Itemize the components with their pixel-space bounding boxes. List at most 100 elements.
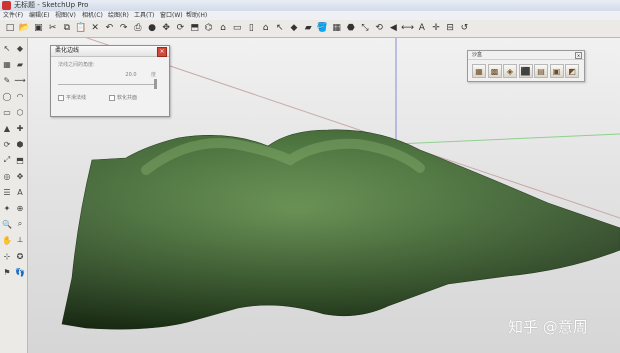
add-detail-icon[interactable]: ▣ — [549, 64, 564, 78]
left-tool-27-icon[interactable]: ⊹ — [1, 250, 13, 262]
menu-window[interactable]: 窗口(W) — [160, 11, 183, 20]
left-tool-9-icon[interactable]: ▭ — [1, 106, 13, 118]
offset-icon[interactable]: ⌬ — [203, 22, 215, 34]
left-tool-21-icon[interactable]: ✦ — [1, 202, 13, 214]
erase-icon[interactable]: ✕ — [89, 22, 101, 34]
left-tool-18-icon[interactable]: ✥ — [14, 170, 26, 182]
angle-label: 法线之间的角度: — [58, 62, 95, 68]
left-tool-8-icon[interactable]: ◠ — [14, 90, 26, 102]
left-tool-19-icon[interactable]: ☰ — [1, 186, 13, 198]
angle-unit: 度 — [151, 72, 157, 78]
left-toolbar: ↖ ◆ ▦ ▰ ✎ ⟿ ◯ ◠ ▭ ⬡ ▲ ✚ ⟳ ⬢ ⤢ ⬒ ◎ ✥ ☰ A ✦ ⊕ 🔍 ⌕ ✋ ⟂ ⊹ ✪ ⚑ 👣 — [0, 38, 28, 353]
sandbox-close-button[interactable]: × — [575, 52, 582, 59]
section-icon[interactable]: ⊟ — [444, 22, 456, 34]
soften-edges-dialog: 柔化边线 × 法线之间的角度: 20.0 度 平滑法线 软化共面 — [50, 45, 170, 117]
erase-tool-icon[interactable]: ▰ — [302, 22, 314, 34]
paint-bucket-icon[interactable]: 🪣 — [316, 22, 328, 34]
smooth-normals-option[interactable]: 平滑法线 — [58, 94, 86, 101]
redo-icon[interactable]: ↷ — [118, 22, 130, 34]
left-tool-28-icon[interactable]: ✪ — [14, 250, 26, 262]
flip-edge-icon[interactable]: ◩ — [565, 64, 579, 78]
left-tool-5-icon[interactable]: ✎ — [1, 74, 13, 86]
save-icon[interactable]: ▣ — [32, 22, 44, 34]
left-tool-4-icon[interactable]: ▰ — [14, 58, 26, 70]
menu-tools[interactable]: 工具(T) — [134, 11, 154, 20]
green-axis — [395, 133, 620, 145]
text-icon[interactable]: A — [416, 22, 428, 34]
left-tool-6-icon[interactable]: ⟿ — [14, 74, 26, 86]
top-view-icon[interactable]: ▭ — [231, 22, 243, 34]
tape-icon[interactable]: ◀ — [387, 22, 399, 34]
sandbox-from-scratch-icon[interactable]: ▩ — [487, 64, 502, 78]
follow-me-icon[interactable]: ⬣ — [345, 22, 357, 34]
rotate-tool-icon[interactable]: ⟲ — [373, 22, 385, 34]
paste-icon[interactable]: 📋 — [75, 22, 87, 34]
soften-coplanar-option[interactable]: 软化共面 — [109, 94, 137, 101]
left-tool-30-icon[interactable]: 👣 — [14, 266, 26, 278]
left-tool-16-icon[interactable]: ⬒ — [14, 154, 26, 166]
house-icon[interactable]: ⌂ — [260, 22, 272, 34]
menu-camera[interactable]: 相机(C) — [82, 11, 103, 20]
stamp-icon[interactable]: ⬛ — [518, 64, 533, 78]
rotate-icon[interactable]: ⟳ — [174, 22, 186, 34]
axes-icon[interactable]: ✛ — [430, 22, 442, 34]
material-icon[interactable]: ◆ — [288, 22, 300, 34]
left-tool-22-icon[interactable]: ⊕ — [14, 202, 26, 214]
angle-slider-track[interactable] — [58, 84, 156, 85]
sandbox-toolbar: 沙盒 × ▦ ▩ ◈ ⬛ ▤ ▣ ◩ — [467, 50, 585, 82]
smooth-normals-label: 平滑法线 — [66, 95, 87, 101]
left-tool-3-icon[interactable]: ▦ — [1, 58, 13, 70]
dialog-close-button[interactable]: × — [157, 47, 167, 57]
iso-view-icon[interactable]: ⌂ — [217, 22, 229, 34]
new-file-icon[interactable]: □ — [4, 22, 16, 34]
terrain-shading — [62, 129, 620, 330]
model-info-icon[interactable]: ● — [146, 22, 158, 34]
front-view-icon[interactable]: ▯ — [245, 22, 257, 34]
left-tool-23-icon[interactable]: 🔍 — [1, 218, 13, 230]
angle-value[interactable]: 20.0 — [113, 71, 149, 79]
left-tool-24-icon[interactable]: ⌕ — [14, 218, 26, 230]
left-tool-1-icon[interactable]: ↖ — [1, 42, 13, 54]
left-tool-7-icon[interactable]: ◯ — [1, 90, 13, 102]
select-arrow-icon[interactable]: ↖ — [274, 22, 286, 34]
sketchup-app-icon — [2, 1, 11, 10]
left-tool-17-icon[interactable]: ◎ — [1, 170, 13, 182]
sandbox-from-contours-icon[interactable]: ▦ — [472, 64, 486, 78]
left-tool-11-icon[interactable]: ▲ — [1, 122, 13, 134]
smooth-normals-checkbox[interactable] — [58, 94, 64, 101]
print-icon[interactable]: ⎙ — [132, 22, 144, 34]
left-tool-13-icon[interactable]: ⟳ — [1, 138, 13, 150]
open-folder-icon[interactable]: 📂 — [18, 22, 30, 34]
left-tool-10-icon[interactable]: ⬡ — [14, 106, 26, 118]
left-tool-15-icon[interactable]: ⤢ — [1, 154, 13, 166]
dialog-title: 柔化边线 — [51, 46, 169, 57]
menu-help[interactable]: 帮助(H) — [186, 11, 207, 20]
drape-icon[interactable]: ▤ — [534, 64, 548, 78]
main-toolbar: □ 📂 ▣ ✂ ⧉ 📋 ✕ ↶ ↷ ⎙ ● ✥ ⟳ ⬒ ⌬ ⌂ ▭ ▯ ⌂ ↖ ◆ ▰ 🪣 ▦ ⬣ ⤡ ⟲ ◀ ⟷ A ✛ ⊟ ↺ — [0, 20, 620, 38]
move-icon[interactable]: ✥ — [160, 22, 172, 34]
left-tool-29-icon[interactable]: ⚑ — [1, 266, 13, 278]
undo-view-icon[interactable]: ↺ — [458, 22, 470, 34]
menu-file[interactable]: 文件(F) — [3, 11, 23, 20]
window-title: 无标题 - SketchUp Pro — [14, 1, 89, 9]
left-tool-20-icon[interactable]: A — [14, 186, 26, 198]
left-tool-14-icon[interactable]: ⬢ — [14, 138, 26, 150]
push-pull-icon[interactable]: ⬒ — [189, 22, 201, 34]
angle-slider-thumb[interactable] — [154, 79, 157, 89]
soften-coplanar-checkbox[interactable] — [109, 94, 115, 101]
left-tool-2-icon[interactable]: ◆ — [14, 42, 26, 54]
left-tool-26-icon[interactable]: ⟂ — [14, 234, 26, 246]
scale-icon[interactable]: ⤡ — [359, 22, 371, 34]
copy-icon[interactable]: ⧉ — [61, 22, 73, 34]
left-tool-25-icon[interactable]: ✋ — [1, 234, 13, 246]
dimension-icon[interactable]: ⟷ — [401, 22, 414, 34]
cut-icon[interactable]: ✂ — [47, 22, 59, 34]
menu-view[interactable]: 视图(V) — [55, 11, 76, 20]
soften-coplanar-label: 软化共面 — [117, 95, 138, 101]
left-tool-12-icon[interactable]: ✚ — [14, 122, 26, 134]
undo-icon[interactable]: ↶ — [103, 22, 115, 34]
components-icon[interactable]: ▦ — [331, 22, 343, 34]
smoove-icon[interactable]: ◈ — [503, 64, 517, 78]
menu-edit[interactable]: 编辑(E) — [29, 11, 49, 20]
menu-draw[interactable]: 绘图(R) — [108, 11, 129, 20]
